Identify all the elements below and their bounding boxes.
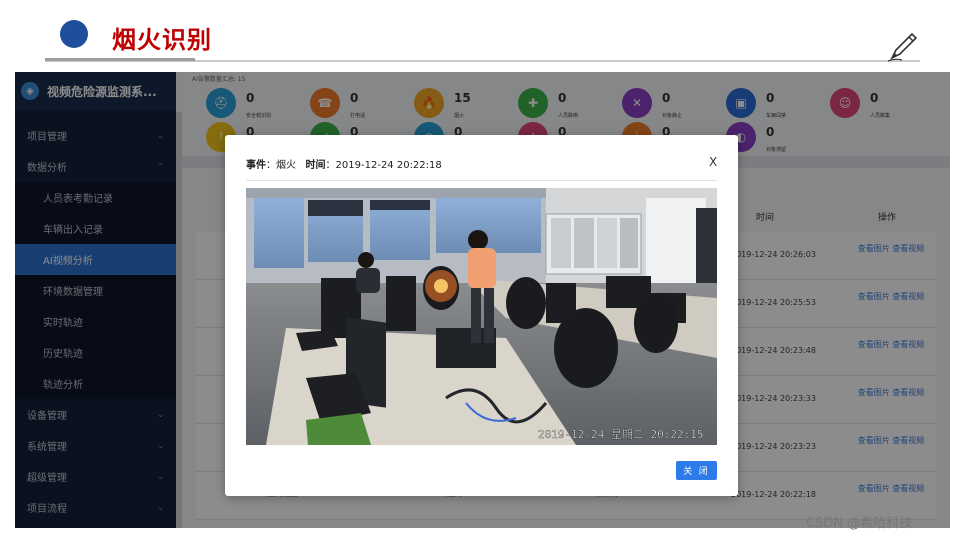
camera-snapshot: 2019-12-24 星期二 20:22:15 [246, 188, 717, 445]
event-label: 事件 [246, 160, 266, 171]
close-icon[interactable]: X [709, 155, 717, 169]
camera-timestamp-overlay: 2019-12-24 星期二 20:22:15 [538, 428, 703, 441]
office-scene-image: 2019-12-24 星期二 20:22:15 [246, 188, 717, 445]
time-label: 时间 [305, 160, 326, 171]
dialog-header: 事件：烟火 时间：2019-12-24 20:22:18 [246, 160, 442, 171]
event-value: 烟火 [276, 160, 296, 171]
pen-icon [887, 32, 918, 62]
close-button[interactable]: 关 闭 [676, 461, 717, 480]
time-value: 2019-12-24 20:22:18 [335, 160, 442, 171]
dialog-divider [246, 180, 717, 181]
header-bullet-icon [60, 20, 88, 48]
slide-title: 烟火识别 [112, 26, 212, 54]
event-detail-dialog: 事件：烟火 时间：2019-12-24 20:22:18 X 2019-12-2… [225, 135, 738, 496]
header-divider-accent [45, 58, 195, 61]
watermark: CSDN @希哈科技 [806, 516, 913, 531]
slide-header: 烟火识别 [0, 0, 960, 70]
